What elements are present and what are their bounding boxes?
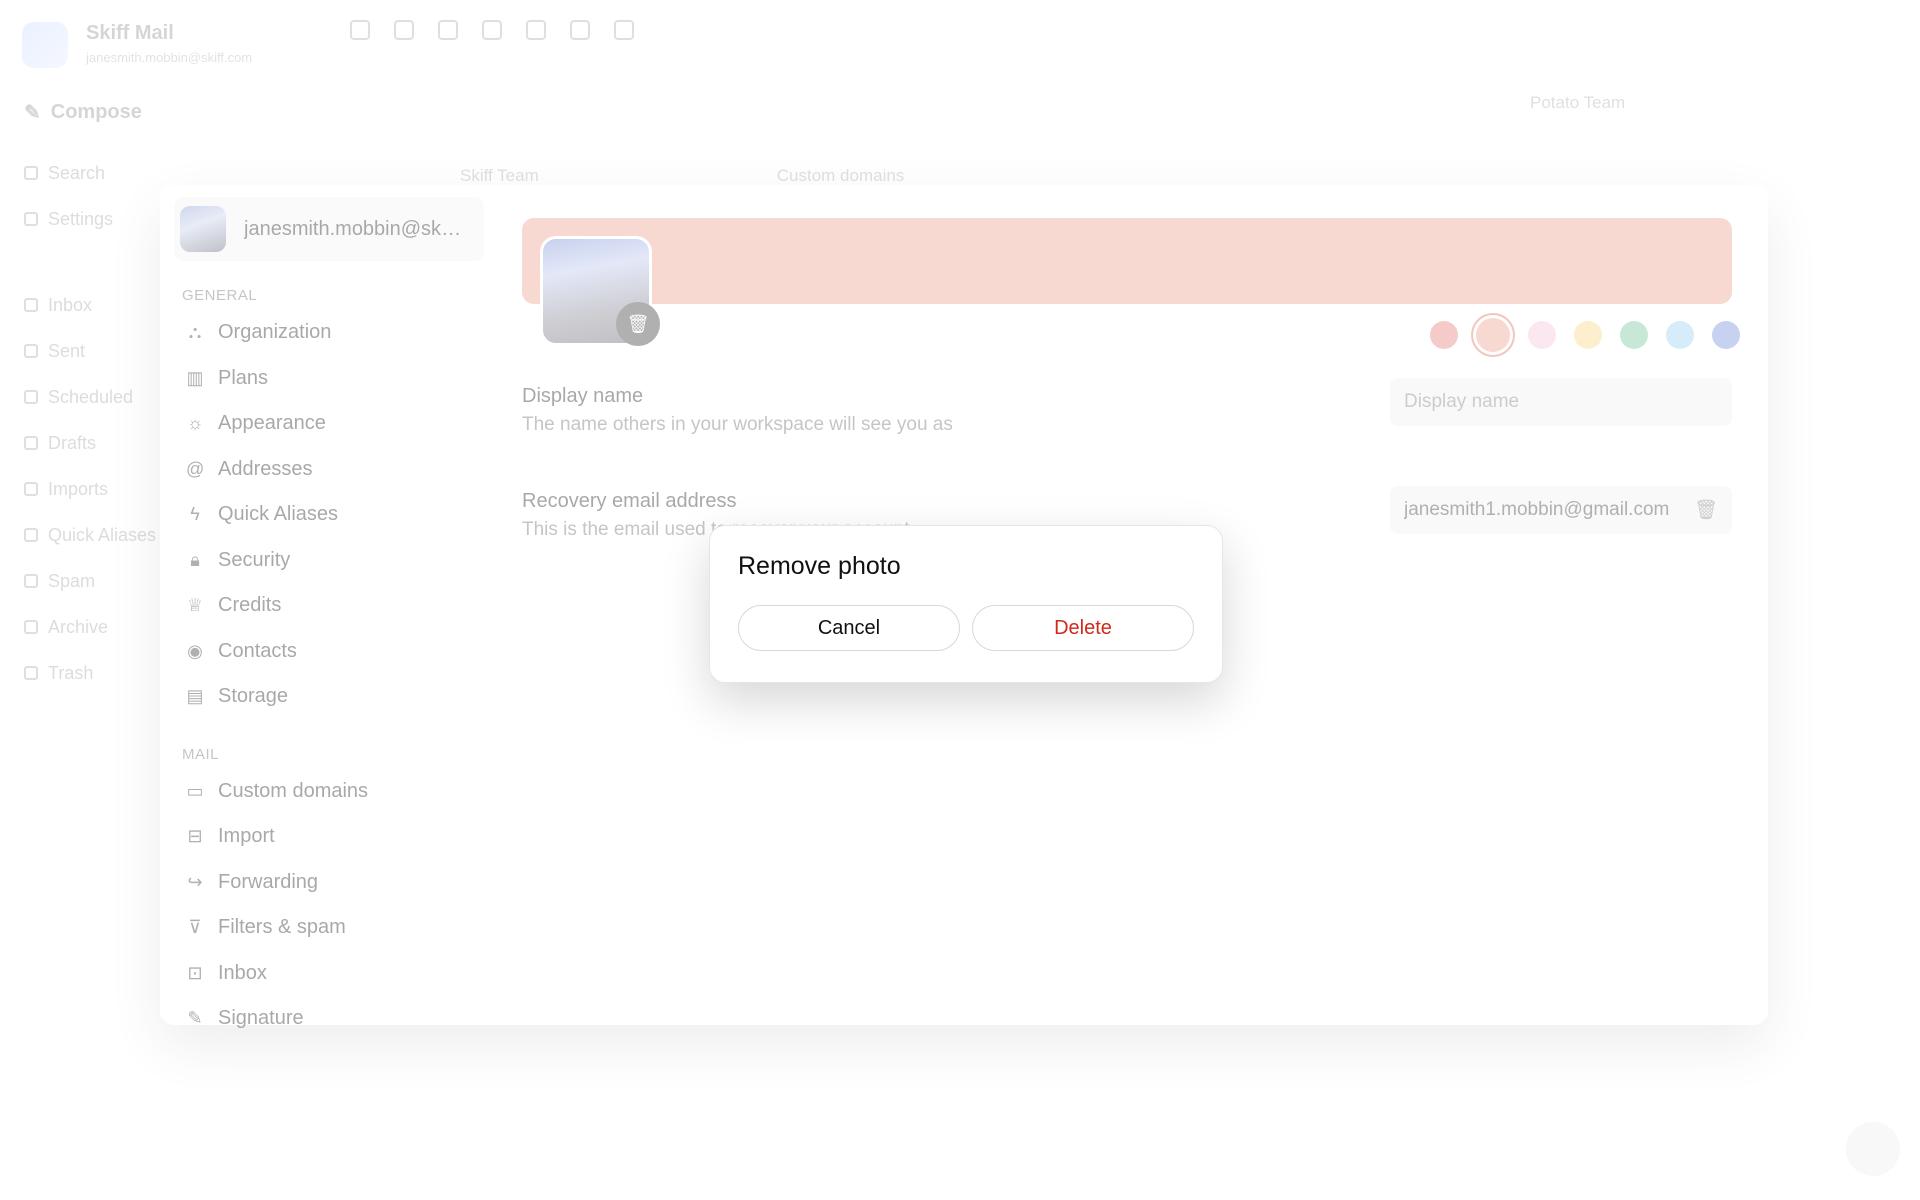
- nav-item[interactable]: Scheduled: [24, 374, 164, 420]
- dialog-title: Remove photo: [738, 552, 901, 580]
- account-switcher[interactable]: janesmith.mobbin@skiff.com: [174, 197, 484, 261]
- forward-icon: ↪: [187, 871, 203, 892]
- nav-item[interactable]: Spam: [24, 558, 164, 604]
- settings-item-storage[interactable]: ▤ Storage: [174, 674, 466, 720]
- toolbar-icon: [614, 20, 634, 40]
- nav-icon: [24, 482, 38, 496]
- settings-item-appearance[interactable]: ☼ Appearance: [174, 401, 466, 447]
- remove-photo-dialog: Remove photo Cancel Delete: [709, 525, 1223, 683]
- toolbar-icon: [394, 20, 414, 40]
- mail-toolbar: [350, 20, 910, 48]
- app-subtitle: janesmith.mobbin@skiff.com: [86, 50, 253, 65]
- nav-item[interactable]: Drafts: [24, 420, 164, 466]
- nav-icon: [24, 574, 38, 588]
- mail-section-label: MAIL: [182, 745, 220, 763]
- settings-item-contacts[interactable]: ◉ Contacts: [174, 629, 466, 675]
- nav-icon: [24, 666, 38, 680]
- nav-icon: [24, 344, 38, 358]
- color-swatch-blue[interactable]: [1712, 321, 1740, 349]
- lock-icon: 🔒︎: [190, 549, 200, 570]
- nav-item[interactable]: Trash: [24, 650, 164, 696]
- pencil-icon: ✎: [24, 102, 41, 124]
- display-name-input[interactable]: Display name: [1390, 378, 1732, 426]
- map-icon: ▥: [186, 367, 204, 388]
- color-swatch-green[interactable]: [1620, 321, 1648, 349]
- color-swatch-pink[interactable]: [1528, 321, 1556, 349]
- profile-banner: [522, 218, 1732, 304]
- app-title: Skiff Mail: [86, 22, 174, 44]
- nav-icon: [24, 298, 38, 312]
- recovery-email-field[interactable]: janesmith1.mobbin@gmail.com 🗑︎: [1390, 486, 1732, 534]
- app-logo: [22, 22, 68, 68]
- settings-item-quick-aliases[interactable]: ϟ Quick Aliases: [174, 492, 466, 538]
- toolbar-icon: [526, 20, 546, 40]
- filter-icon: ⊽: [188, 917, 202, 938]
- nav-item[interactable]: Archive: [24, 604, 164, 650]
- compose-button[interactable]: ✎ Compose: [24, 100, 142, 125]
- settings-item-import[interactable]: ⊟ Import: [174, 814, 466, 860]
- trash-icon[interactable]: 🗑︎: [1694, 498, 1718, 522]
- settings-item-security[interactable]: 🔒︎ Security: [174, 538, 466, 584]
- database-icon: ▤: [186, 686, 204, 707]
- nav-item[interactable]: Imports: [24, 466, 164, 512]
- inbox-icon: ⊡: [187, 962, 203, 983]
- domain-icon: ▭: [186, 780, 204, 801]
- account-name: janesmith.mobbin@skiff.com: [244, 217, 464, 240]
- recovery-email-value: janesmith1.mobbin@gmail.com: [1404, 499, 1670, 520]
- nav-icon: [24, 212, 38, 226]
- nav-item[interactable]: Inbox: [24, 282, 164, 328]
- toolbar-icon: [350, 20, 370, 40]
- toolbar-icon: [438, 20, 458, 40]
- color-swatch-peach[interactable]: [1476, 318, 1510, 352]
- cancel-button[interactable]: Cancel: [738, 605, 960, 651]
- color-swatch-yellow[interactable]: [1574, 321, 1602, 349]
- settings-content: 🗑︎ Display name The name others in your …: [522, 218, 1740, 540]
- help-button[interactable]: [1846, 1122, 1900, 1176]
- nav-icon: [24, 390, 38, 404]
- nav-icon: [24, 436, 38, 450]
- pen-icon: ✎: [187, 1008, 203, 1029]
- settings-item-credits[interactable]: ♕ Credits: [174, 583, 466, 629]
- settings-item-organization[interactable]: ⛬ Organization: [174, 310, 466, 356]
- settings-item-addresses[interactable]: @ Addresses: [174, 447, 466, 493]
- nav-icon: [24, 528, 38, 542]
- trophy-icon: ♕: [186, 595, 204, 616]
- display-name-row: Display name The name others in your wor…: [522, 378, 1732, 436]
- nav-item[interactable]: Settings: [24, 196, 164, 242]
- mail-header-strip: Potato Team: [350, 88, 1900, 118]
- settings-item-inbox[interactable]: ⊡ Inbox: [174, 951, 466, 997]
- account-avatar: [180, 206, 226, 252]
- banner-color-picker: [1430, 318, 1740, 352]
- general-section-label: GENERAL: [182, 287, 258, 304]
- nav-icon: [24, 620, 38, 634]
- nav-item[interactable]: Sent: [24, 328, 164, 374]
- settings-item-filters[interactable]: ⊽ Filters & spam: [174, 905, 466, 951]
- color-swatch-red[interactable]: [1430, 321, 1458, 349]
- nav-item[interactable]: Quick Aliases: [24, 512, 164, 558]
- nav-icon: [24, 166, 38, 180]
- mail-nav: Search Settings Inbox Sent Scheduled Dra…: [24, 150, 164, 696]
- user-circle-icon: ◉: [187, 640, 203, 661]
- toolbar-icon: [570, 20, 590, 40]
- at-icon: @: [186, 458, 205, 479]
- settings-sidebar: janesmith.mobbin@skiff.com GENERAL ⛬Orga…: [160, 185, 484, 1029]
- settings-item-signature[interactable]: ✎ Signature: [174, 996, 466, 1042]
- import-icon: ⊟: [187, 826, 203, 847]
- color-swatch-light-blue[interactable]: [1666, 321, 1694, 349]
- nav-item[interactable]: Search: [24, 150, 164, 196]
- settings-item-forwarding[interactable]: ↪ Forwarding: [174, 860, 466, 906]
- compose-label: Compose: [50, 101, 142, 123]
- team-label: Potato Team: [1530, 93, 1626, 112]
- toolbar-icon: [482, 20, 502, 40]
- settings-item-custom-domains[interactable]: ▭ Custom domains: [174, 769, 466, 815]
- settings-item-plans[interactable]: ▥ Plans: [174, 356, 466, 402]
- bolt-icon: ϟ: [190, 504, 200, 525]
- dialog-actions: Cancel Delete: [738, 605, 1194, 651]
- trash-icon[interactable]: 🗑︎: [616, 302, 660, 346]
- sun-icon: ☼: [186, 413, 204, 434]
- org-icon: ⛬: [188, 322, 202, 343]
- delete-button[interactable]: Delete: [972, 605, 1194, 651]
